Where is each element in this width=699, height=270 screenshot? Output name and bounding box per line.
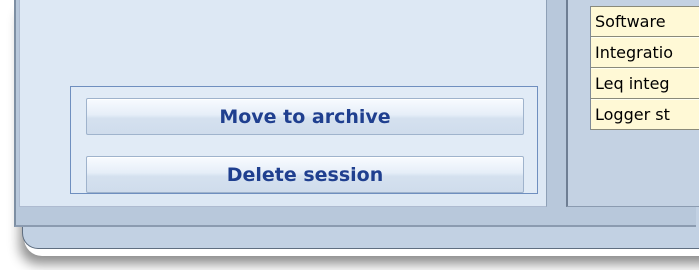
delete-session-button[interactable]: Delete session [86,156,524,193]
table-row[interactable]: Integratio [591,37,699,68]
table-row[interactable]: Software [591,6,699,37]
move-to-archive-button[interactable]: Move to archive [86,98,524,135]
table-row[interactable]: Leq integ [591,68,699,99]
session-info-table: Software Integratio Leq integ Logger st [590,6,699,130]
table-row[interactable]: Logger st [591,99,699,130]
